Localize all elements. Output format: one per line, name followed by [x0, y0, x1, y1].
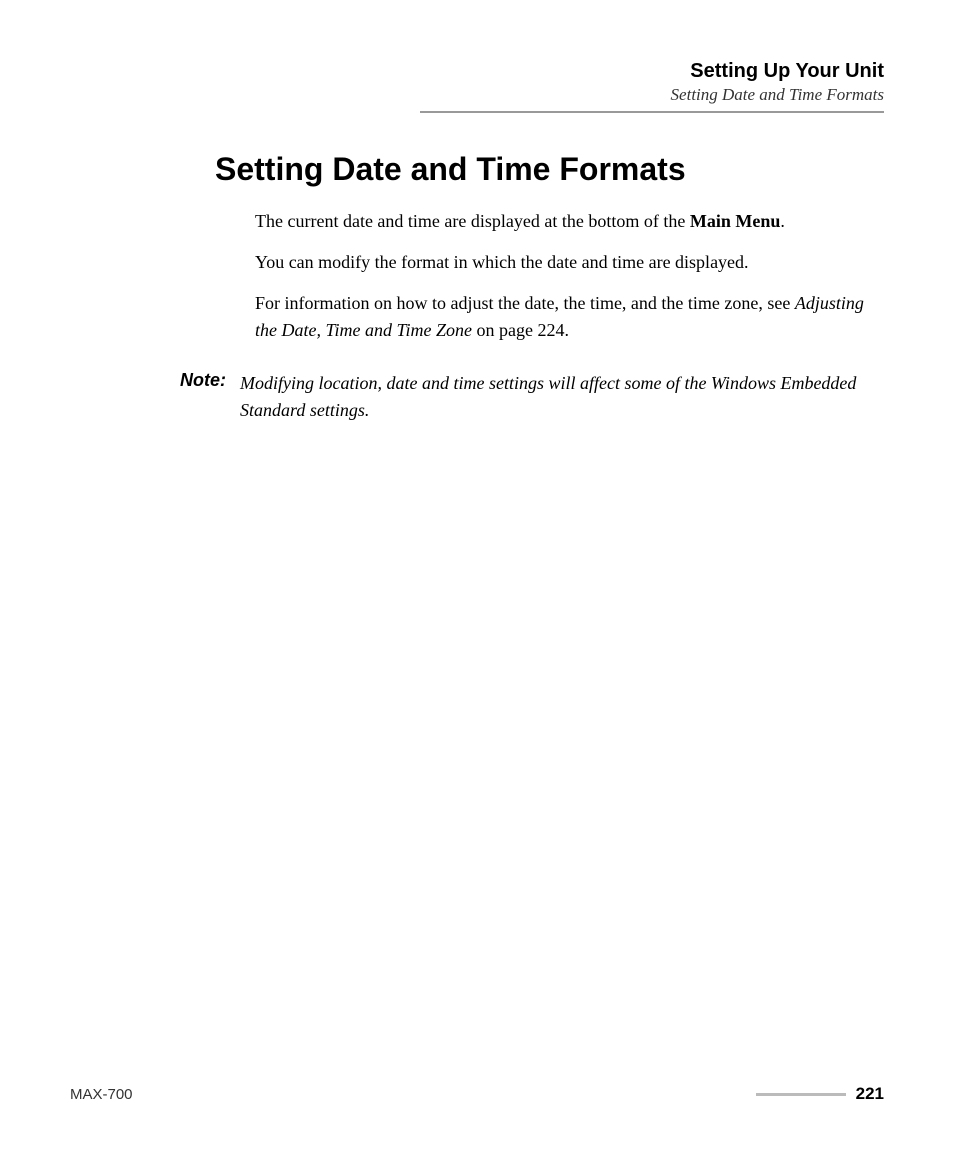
- p1-bold: Main Menu: [690, 211, 781, 231]
- page-footer: MAX-700 221: [70, 1084, 884, 1104]
- footer-page-number: 221: [856, 1084, 884, 1104]
- document-page: Setting Up Your Unit Setting Date and Ti…: [0, 0, 954, 1159]
- paragraph-3: For information on how to adjust the dat…: [255, 290, 874, 344]
- footer-model: MAX-700: [70, 1086, 133, 1103]
- note-label: Note:: [180, 370, 226, 424]
- footer-right: 221: [756, 1084, 884, 1104]
- header-chapter: Setting Up Your Unit: [420, 60, 884, 83]
- page-header: Setting Up Your Unit Setting Date and Ti…: [420, 60, 884, 113]
- header-section: Setting Date and Time Formats: [420, 85, 884, 105]
- paragraph-2: You can modify the format in which the d…: [255, 249, 874, 276]
- body-text: The current date and time are displayed …: [255, 208, 874, 344]
- note-block: Note: Modifying location, date and time …: [180, 370, 874, 424]
- paragraph-1: The current date and time are displayed …: [255, 208, 874, 235]
- footer-rule-icon: [756, 1093, 846, 1096]
- p1-post: .: [780, 211, 785, 231]
- section-heading: Setting Date and Time Formats: [215, 151, 884, 188]
- p3-post: on page 224.: [472, 320, 569, 340]
- note-text: Modifying location, date and time settin…: [240, 370, 874, 424]
- p3-pre: For information on how to adjust the dat…: [255, 293, 795, 313]
- p1-pre: The current date and time are displayed …: [255, 211, 690, 231]
